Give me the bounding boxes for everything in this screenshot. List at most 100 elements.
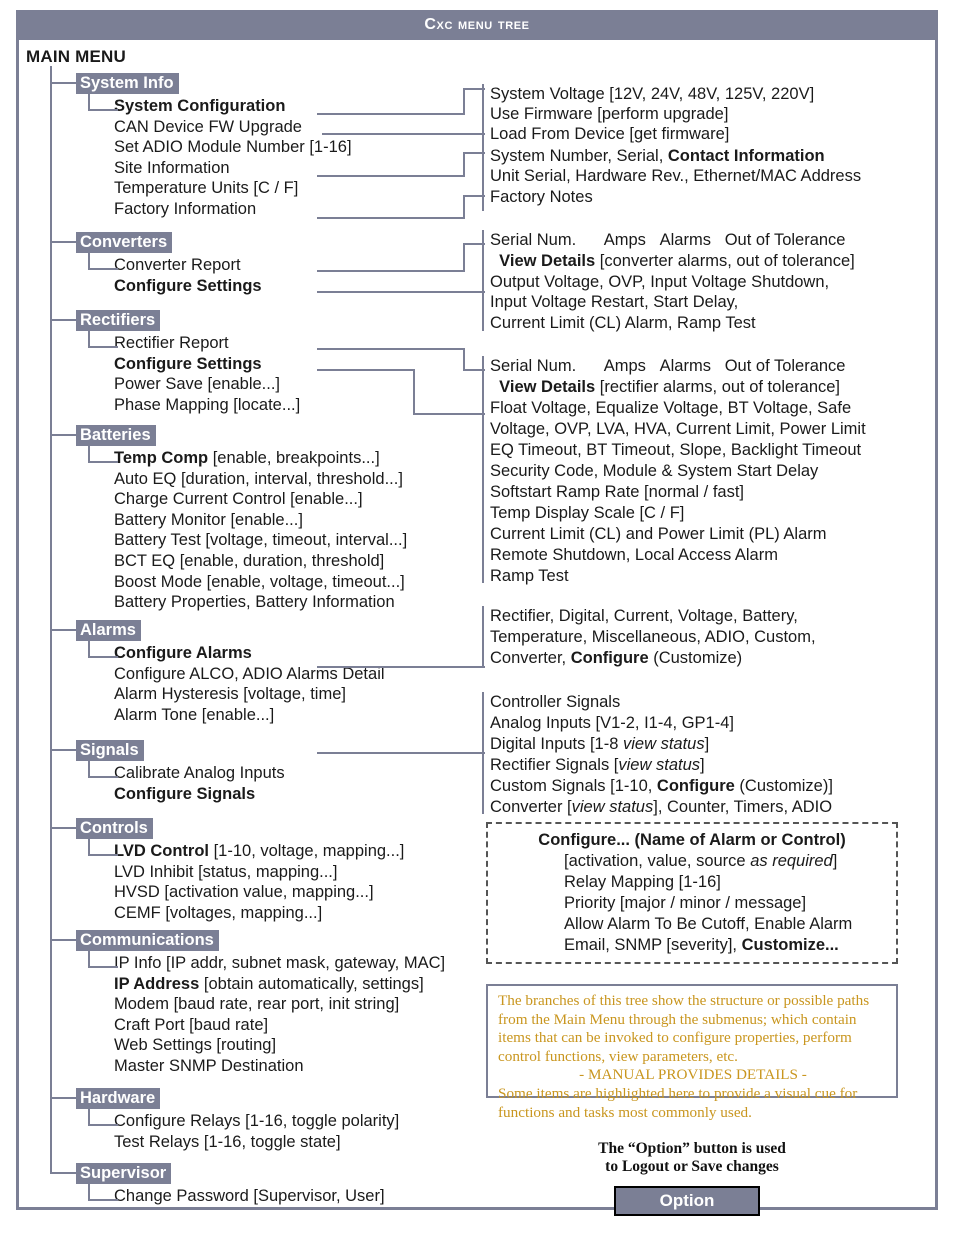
menu-item[interactable]: Battery Monitor [enable...] xyxy=(114,510,407,531)
menu-item[interactable]: Modem [baud rate, rear port, init string… xyxy=(114,994,445,1015)
detail-line: EQ Timeout, BT Timeout, Slope, Backlight… xyxy=(490,441,862,459)
menu-item[interactable]: Configure Settings xyxy=(114,354,300,375)
menu-item[interactable]: Rectifier Report xyxy=(114,333,300,354)
child-connector xyxy=(88,641,118,658)
detail-line: Temp Display Scale [C / F] xyxy=(490,504,685,522)
menu-item[interactable]: Converter Report xyxy=(114,255,262,276)
menu-item-label: IP Address xyxy=(114,974,200,993)
branch-line xyxy=(50,629,76,631)
option-caption-line-2: to Logout or Save changes xyxy=(605,1158,779,1175)
detail-line: Use Firmware [perform upgrade] xyxy=(490,105,729,123)
menu-item[interactable]: Factory Information xyxy=(114,199,352,220)
detail-line: Converter [view status], Counter, Timers… xyxy=(490,798,833,816)
menu-item[interactable]: Craft Port [baud rate] xyxy=(114,1015,445,1036)
menu-item[interactable]: Temperature Units [C / F] xyxy=(114,178,352,199)
detail-line: Custom Signals [1-10, Configure (Customi… xyxy=(490,777,833,795)
menu-item[interactable]: BCT EQ [enable, duration, threshold] xyxy=(114,551,407,572)
group-badge-hardware[interactable]: Hardware xyxy=(76,1088,161,1109)
menu-item[interactable]: HVSD [activation value, mapping...] xyxy=(114,882,404,903)
detail-line: Rectifier, Digital, Current, Voltage, Ba… xyxy=(490,607,798,625)
detail-line: Input Voltage Restart, Start Delay, xyxy=(490,293,739,311)
detail-line: System Voltage [12V, 24V, 48V, 125V, 220… xyxy=(490,85,815,103)
group-badge-rectifiers[interactable]: Rectifiers xyxy=(76,310,161,331)
menu-item[interactable]: Boost Mode [enable, voltage, timeout...] xyxy=(114,572,407,593)
menu-item[interactable]: Change Password [Supervisor, User] xyxy=(114,1186,385,1207)
child-connector xyxy=(88,331,118,348)
group-items: Change Password [Supervisor, User] xyxy=(114,1186,385,1207)
tree-group-system-info: System Info System Configuration CAN Dev… xyxy=(76,73,352,220)
menu-item[interactable]: Charge Current Control [enable...] xyxy=(114,489,407,510)
menu-item[interactable]: Phase Mapping [locate...] xyxy=(114,395,300,416)
menu-item[interactable]: CAN Device FW Upgrade xyxy=(114,117,352,138)
menu-item[interactable]: Configure Relays [1-16, toggle polarity] xyxy=(114,1111,399,1132)
menu-item[interactable]: Alarm Tone [enable...] xyxy=(114,705,385,726)
menu-item[interactable]: Site Information xyxy=(114,158,352,179)
group-badge-signals[interactable]: Signals xyxy=(76,740,144,761)
tree-group-batteries: Batteries Temp Comp [enable, breakpoints… xyxy=(76,425,407,613)
note-line: The branches of this tree show the struc… xyxy=(498,992,870,1009)
group-badge-communications[interactable]: Communications xyxy=(76,930,219,951)
menu-item[interactable]: Auto EQ [duration, interval, threshold..… xyxy=(114,469,407,490)
menu-item[interactable]: Configure Alarms xyxy=(114,643,385,664)
configure-detail-box: Configure... (Name of Alarm or Control) … xyxy=(486,822,898,964)
note-line: items that can be invoked to configure p… xyxy=(498,1029,852,1047)
menu-item[interactable]: Configure Signals xyxy=(114,784,285,805)
note-line: Some items are highlighted here to provi… xyxy=(498,1084,858,1102)
menu-item[interactable]: Web Settings [routing] xyxy=(114,1035,445,1056)
tree-group-signals: Signals Calibrate Analog Inputs Configur… xyxy=(76,740,285,804)
option-button-caption: The “Option” button is used to Logout or… xyxy=(486,1140,898,1176)
menu-item[interactable]: LVD Control [1-10, voltage, mapping...] xyxy=(114,841,404,862)
menu-item[interactable]: System Configuration xyxy=(114,96,352,117)
menu-item[interactable]: Battery Test [voltage, timeout, interval… xyxy=(114,530,407,551)
child-connector xyxy=(88,951,118,968)
group-items: System Configuration CAN Device FW Upgra… xyxy=(114,96,352,220)
detail-line: Output Voltage, OVP, Input Voltage Shutd… xyxy=(490,273,830,291)
menu-item-suffix: [obtain automatically, settings] xyxy=(199,974,424,993)
group-badge-batteries[interactable]: Batteries xyxy=(76,425,156,446)
detail-line: Softstart Ramp Rate [normal / fast] xyxy=(490,483,745,501)
note-line: from the Main Menu through the submenus;… xyxy=(498,1010,857,1028)
branch-line xyxy=(50,82,76,84)
explanatory-note-box: The branches of this tree show the struc… xyxy=(486,984,898,1121)
child-connector xyxy=(88,253,118,270)
group-items: LVD Control [1-10, voltage, mapping...] … xyxy=(114,841,404,923)
group-badge-controls[interactable]: Controls xyxy=(76,818,153,839)
group-items: IP Info [IP addr, subnet mask, gateway, … xyxy=(114,953,445,1077)
detail-line: Voltage, OVP, LVA, HVA, Current Limit, P… xyxy=(490,420,866,438)
child-connector xyxy=(88,839,118,856)
menu-item[interactable]: Master SNMP Destination xyxy=(114,1056,445,1077)
detail-line: Converter, Configure (Customize) xyxy=(490,649,743,667)
note-line: functions and tasks most commonly used. xyxy=(498,1103,752,1121)
menu-item[interactable]: Power Save [enable...] xyxy=(114,374,300,395)
detail-line: Unit Serial, Hardware Rev., Ethernet/MAC… xyxy=(490,167,862,185)
group-items: Configure Alarms Configure ALCO, ADIO Al… xyxy=(114,643,385,725)
branch-line xyxy=(50,749,76,751)
detail-line: System Number, Serial, Contact Informati… xyxy=(490,147,825,165)
menu-item[interactable]: Temp Comp [enable, breakpoints...] xyxy=(114,448,407,469)
detail-line: Temperature, Miscellaneous, ADIO, Custom… xyxy=(490,628,816,646)
group-badge-alarms[interactable]: Alarms xyxy=(76,620,141,641)
menu-item[interactable]: IP Address [obtain automatically, settin… xyxy=(114,974,445,995)
menu-item[interactable]: Calibrate Analog Inputs xyxy=(114,763,285,784)
menu-item[interactable]: Test Relays [1-16, toggle state] xyxy=(114,1132,399,1153)
menu-item[interactable]: Set ADIO Module Number [1-16] xyxy=(114,137,352,158)
menu-item[interactable]: Alarm Hysteresis [voltage, time] xyxy=(114,684,385,705)
tree-group-controls: Controls LVD Control [1-10, voltage, map… xyxy=(76,818,404,923)
group-badge-converters[interactable]: Converters xyxy=(76,232,173,253)
child-connector xyxy=(88,1109,118,1126)
detail-line: Rectifier Signals [view status] xyxy=(490,756,705,774)
group-items: Temp Comp [enable, breakpoints...] Auto … xyxy=(114,448,407,613)
detail-line: Digital Inputs [1-8 view status] xyxy=(490,735,710,753)
option-button[interactable]: Option xyxy=(614,1186,760,1216)
menu-item[interactable]: IP Info [IP addr, subnet mask, gateway, … xyxy=(114,953,445,974)
group-items: Configure Relays [1-16, toggle polarity]… xyxy=(114,1111,399,1152)
menu-item[interactable]: Configure Settings xyxy=(114,276,262,297)
menu-item[interactable]: Battery Properties, Battery Information xyxy=(114,592,407,613)
menu-item[interactable]: CEMF [voltages, mapping...] xyxy=(114,903,404,924)
tree-group-alarms: Alarms Configure Alarms Configure ALCO, … xyxy=(76,620,385,725)
group-badge-system-info[interactable]: System Info xyxy=(76,73,179,94)
menu-item[interactable]: LVD Inhibit [status, mapping...] xyxy=(114,862,404,883)
detail-line: Current Limit (CL) Alarm, Ramp Test xyxy=(490,314,756,332)
group-badge-supervisor[interactable]: Supervisor xyxy=(76,1163,172,1184)
group-items: Calibrate Analog Inputs Configure Signal… xyxy=(114,763,285,804)
